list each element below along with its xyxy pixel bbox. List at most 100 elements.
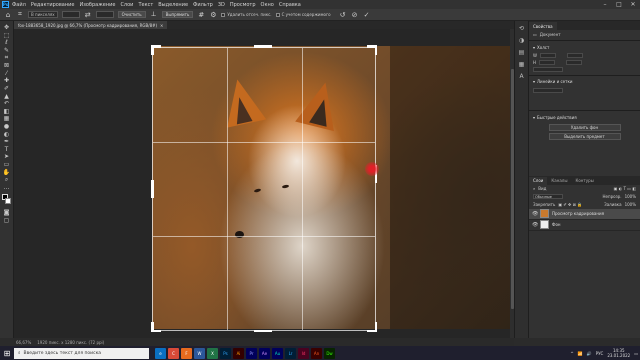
tray-chevron-icon[interactable]: ^ — [570, 351, 573, 356]
reset-icon[interactable]: ↺ — [339, 11, 347, 19]
type-tool-icon[interactable]: T — [2, 146, 12, 154]
background-color-swatch[interactable] — [4, 198, 11, 205]
canvas-height-field[interactable] — [539, 59, 556, 65]
lock-icons[interactable]: ▣ ✐ ✥ ⊠ 🔒 — [558, 202, 582, 207]
stamp-tool-icon[interactable]: ▲ — [2, 92, 12, 100]
crop-handle-left[interactable] — [151, 180, 154, 198]
menu-type[interactable]: Текст — [138, 2, 153, 8]
filter-icons[interactable]: ▣ ◐ T ▭ ◧ — [614, 186, 636, 191]
premiere-icon[interactable]: Pr — [246, 347, 257, 359]
layer-row[interactable]: 👁 Просмотр кадрирования — [529, 208, 640, 220]
layer-kind-label[interactable]: Вид — [538, 186, 546, 191]
delete-cropped-checkbox[interactable]: Удалить отсеч. пикс. — [221, 12, 272, 17]
screen-mode-icon[interactable]: ▢ — [2, 217, 12, 225]
settings-gear-icon[interactable]: ⚙ — [209, 11, 217, 19]
close-tab-icon[interactable]: × — [160, 23, 163, 28]
menu-help[interactable]: Справка — [279, 2, 301, 8]
close-window-button[interactable]: ✕ — [626, 0, 640, 9]
tab-properties[interactable]: Свойства — [529, 22, 557, 30]
menu-window[interactable]: Окно — [261, 2, 274, 8]
crop-handle-bottom-left[interactable] — [151, 322, 154, 332]
dreamweaver-icon[interactable]: Dw — [324, 347, 335, 359]
menu-select[interactable]: Выделение — [158, 2, 188, 8]
blend-mode-select[interactable]: Обычные — [533, 194, 563, 199]
quick-mask-icon[interactable]: ◙ — [2, 209, 12, 217]
brush-tool-icon[interactable]: ✐ — [2, 85, 12, 93]
straighten-icon[interactable]: ⟂ — [150, 10, 158, 19]
marquee-tool-icon[interactable]: ⬚ — [2, 32, 12, 40]
lasso-tool-icon[interactable]: ℓ — [2, 39, 12, 47]
history-brush-icon[interactable]: ↶ — [2, 100, 12, 108]
quick-actions-section[interactable]: ▾ Быстрые действия — [529, 113, 640, 122]
fill-value[interactable]: 100% — [625, 202, 636, 207]
commit-check-icon[interactable]: ✓ — [363, 11, 371, 19]
illustrator-icon[interactable]: Ai — [233, 347, 244, 359]
crop-tool-icon[interactable]: ⌗ — [2, 54, 12, 62]
eraser-tool-icon[interactable]: ◧ — [2, 108, 12, 116]
after-effects-icon[interactable]: Ae — [259, 347, 270, 359]
notifications-icon[interactable]: ▭ — [634, 351, 638, 356]
shape-tool-icon[interactable]: ▭ — [2, 161, 12, 169]
color-swatches[interactable] — [1, 194, 12, 206]
home-icon[interactable]: ⌂ — [4, 11, 12, 19]
menu-file[interactable]: Файл — [12, 2, 26, 8]
lightroom-icon[interactable]: Lr — [285, 347, 296, 359]
crop-frame[interactable] — [152, 47, 376, 331]
cancel-icon[interactable]: ⊘ — [351, 11, 359, 19]
firefox-icon[interactable]: F — [181, 347, 192, 359]
canvas-section[interactable]: ▾ Холст — [529, 43, 640, 52]
canvas-x-field[interactable] — [566, 52, 583, 58]
crop-handle-bottom[interactable] — [254, 329, 272, 332]
word-icon[interactable]: W — [194, 347, 205, 359]
indesign-icon[interactable]: Id — [298, 347, 309, 359]
audition-icon[interactable]: Au — [272, 347, 283, 359]
history-icon[interactable]: ⟲ — [519, 25, 524, 32]
swatches-icon[interactable]: ▦ — [519, 61, 525, 68]
windows-start-icon[interactable]: ⊞ — [0, 346, 14, 360]
menu-3d[interactable]: 3D — [218, 2, 225, 8]
menu-filter[interactable]: Фильтр — [193, 2, 213, 8]
document-tab[interactable]: fox-1883658_1920.jpg @ 66,7% (Просмотр к… — [14, 21, 168, 29]
canvas-y-field[interactable] — [566, 59, 583, 65]
straighten-button[interactable]: Выпрямить — [161, 11, 194, 18]
visibility-eye-icon[interactable]: 👁 — [532, 222, 538, 228]
crop-handle-top-left[interactable] — [151, 45, 154, 55]
menu-image[interactable]: Изображение — [79, 2, 115, 8]
healing-tool-icon[interactable]: ✚ — [2, 77, 12, 85]
crop-handle-top[interactable] — [254, 45, 272, 48]
more-tools-icon[interactable]: … — [2, 183, 12, 191]
crop-handle-bottom-right[interactable] — [374, 322, 377, 332]
zoom-tool-icon[interactable]: ⌕ — [2, 176, 12, 184]
zoom-level[interactable]: 66,67% — [16, 340, 31, 345]
height-field[interactable] — [95, 11, 114, 18]
rulers-units-field[interactable] — [533, 87, 563, 93]
excel-icon[interactable]: X — [207, 347, 218, 359]
photoshop-icon[interactable]: Ps — [220, 347, 231, 359]
clear-button[interactable]: Очистить — [117, 11, 146, 18]
remove-background-button[interactable]: Удалить фон — [548, 123, 621, 131]
tab-paths[interactable]: Контуры — [571, 177, 597, 185]
animate-icon[interactable]: An — [311, 347, 322, 359]
rulers-section[interactable]: ▾ Линейки и сетки — [529, 77, 640, 86]
edge-icon[interactable]: e — [155, 347, 166, 359]
menu-layers[interactable]: Слои — [120, 2, 133, 8]
eyedropper-tool-icon[interactable]: ⁄ — [2, 70, 12, 78]
select-subject-button[interactable]: Выделить предмет — [548, 132, 621, 140]
path-select-tool-icon[interactable]: ➤ — [2, 153, 12, 161]
crop-tool-icon[interactable]: ⌗ — [16, 10, 24, 19]
libraries-icon[interactable]: ▤ — [519, 49, 525, 56]
network-icon[interactable]: 📶 — [578, 351, 583, 356]
chrome-icon[interactable]: C — [168, 347, 179, 359]
opacity-value[interactable]: 100% — [625, 194, 636, 199]
pen-tool-icon[interactable]: ✒ — [2, 138, 12, 146]
character-icon[interactable]: A — [519, 73, 523, 80]
ratio-select[interactable]: В пикселях — [28, 11, 58, 18]
visibility-eye-icon[interactable]: 👁 — [532, 211, 538, 217]
gradient-tool-icon[interactable]: ▦ — [2, 115, 12, 123]
swap-icon[interactable]: ⇄ — [84, 11, 92, 19]
language-indicator[interactable]: РУС — [596, 351, 604, 356]
maximize-button[interactable]: □ — [612, 0, 626, 9]
frame-tool-icon[interactable]: ⊠ — [2, 62, 12, 70]
tab-layers[interactable]: Слои — [529, 176, 548, 185]
menu-edit[interactable]: Редактирование — [31, 2, 75, 8]
